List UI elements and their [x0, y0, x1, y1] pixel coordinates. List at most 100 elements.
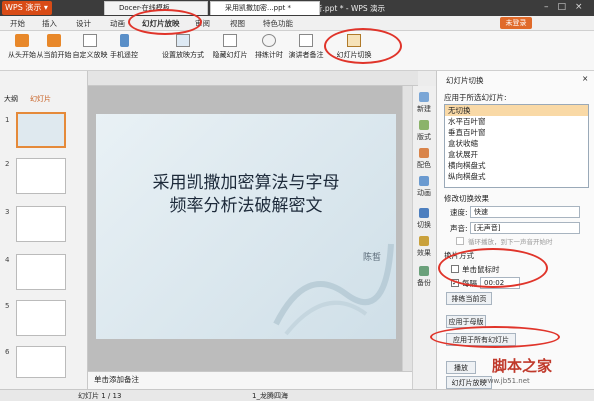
transition-icon: [347, 34, 361, 47]
custom-show-icon: [83, 34, 97, 47]
tab-outline[interactable]: 大纲: [4, 94, 18, 104]
pane-title: 幻灯片切换: [446, 76, 484, 85]
modify-section-label: 修改切换效果: [444, 194, 489, 203]
current-slide[interactable]: 采用凯撒加密算法与字母 频率分析法破解密文 陈皙: [96, 114, 396, 339]
slide-author[interactable]: 陈皙: [363, 250, 381, 263]
transition-icon: [419, 208, 429, 218]
menu-animation[interactable]: 动画: [110, 18, 125, 29]
thumbnail-slide-2[interactable]: [16, 158, 66, 194]
ribbon-label: 排练计时: [255, 51, 283, 59]
every-checkbox[interactable]: ✓: [451, 279, 459, 287]
tab-label: 采用凯撒加密...ppt *: [225, 4, 292, 12]
sidebar-layout[interactable]: 版式: [412, 120, 436, 142]
palette-icon: [419, 148, 429, 158]
sidebar-transition[interactable]: 切换: [412, 208, 436, 230]
tab-current-doc[interactable]: 采用凯撒加密...ppt *: [210, 1, 320, 15]
thumb-number: 2: [5, 160, 10, 168]
play-button[interactable]: 播放: [446, 361, 476, 374]
speaker-notes-button[interactable]: 演讲者备注: [280, 34, 332, 60]
phone-icon: [119, 34, 129, 47]
watermark-url: www.jb51.net: [482, 377, 530, 385]
sidebar-color[interactable]: 配色: [412, 148, 436, 170]
list-item[interactable]: 水平百叶窗: [445, 116, 588, 127]
notes-icon: [299, 34, 313, 47]
apply-master-button[interactable]: 应用于母版: [446, 315, 486, 328]
loop-checkbox[interactable]: [456, 237, 464, 245]
ribbon-label: 演讲者备注: [288, 51, 324, 59]
sidebar-new[interactable]: 新建: [412, 92, 436, 114]
thumbnail-slide-3[interactable]: [16, 206, 66, 242]
thumbnail-slide-4[interactable]: [16, 254, 66, 290]
new-icon: [419, 92, 429, 102]
setup-icon: [176, 34, 190, 47]
sidebar-label: 切换: [417, 221, 431, 229]
tab-slides[interactable]: 幻灯片: [30, 94, 51, 104]
list-item[interactable]: 横向棋盘式: [445, 160, 588, 171]
list-item[interactable]: 盒状收缩: [445, 138, 588, 149]
sidebar-backup[interactable]: 备份: [412, 266, 436, 288]
thumb-number: 6: [5, 348, 10, 356]
menu-features[interactable]: 特色功能: [263, 18, 293, 29]
sidebar-label: 效果: [417, 249, 431, 257]
dragon-decoration: [273, 243, 394, 336]
slide-title-line-1: 采用凯撒加密算法与字母: [152, 173, 340, 193]
play-icon: [15, 34, 29, 47]
thumbnail-slide-1[interactable]: [16, 112, 66, 148]
backup-icon: [419, 266, 429, 276]
speed-select[interactable]: 快速: [470, 206, 580, 218]
tab-docer[interactable]: Docer-在线模板: [104, 1, 208, 15]
every-time-input[interactable]: 00:02: [480, 277, 520, 289]
play-current-icon: [47, 34, 61, 47]
notes-area[interactable]: 单击添加备注: [88, 371, 418, 389]
list-item[interactable]: 垂直百叶窗: [445, 127, 588, 138]
thumbnail-slide-6[interactable]: [16, 346, 66, 378]
speed-value: 快速: [474, 208, 488, 216]
document-tabs: [88, 71, 418, 86]
sidebar-label: 备份: [417, 279, 431, 287]
on-click-label: 单击鼠标时: [462, 265, 500, 274]
list-item[interactable]: 盒状展开: [445, 149, 588, 160]
menu-design[interactable]: 设计: [76, 18, 91, 29]
on-click-checkbox[interactable]: [451, 265, 459, 273]
speed-label: 速度:: [450, 208, 468, 217]
menu-review[interactable]: 审阅: [195, 18, 210, 29]
vertical-scrollbar[interactable]: [402, 86, 412, 371]
slide-title[interactable]: 采用凯撒加密算法与字母 频率分析法破解密文: [96, 172, 396, 218]
rehearse-current-button[interactable]: 排练当前页: [446, 292, 492, 305]
timer-icon: [262, 34, 276, 47]
menu-view[interactable]: 视图: [230, 18, 245, 29]
close-icon[interactable]: ×: [582, 74, 588, 83]
thumbnail-slide-5[interactable]: [16, 300, 66, 336]
animation-icon: [419, 176, 429, 186]
sidebar-effects[interactable]: 效果: [412, 236, 436, 258]
sidebar-animation[interactable]: 动画: [412, 176, 436, 198]
thumb-number: 4: [5, 256, 10, 264]
tab-label: Docer-在线模板: [119, 4, 170, 12]
thumb-number: 1: [5, 116, 10, 124]
sidebar-label: 新建: [417, 105, 431, 113]
apply-all-button[interactable]: 应用于所有幻灯片: [446, 333, 516, 346]
app-logo-button[interactable]: WPS 演示 ▾: [2, 1, 52, 15]
menu-start[interactable]: 开始: [10, 18, 25, 29]
advance-section-label: 换片方式: [444, 251, 474, 260]
ribbon-label: 幻灯片切换: [336, 51, 372, 59]
effects-list[interactable]: 无切换 水平百叶窗 垂直百叶窗 盒状收缩 盒状展开 横向棋盘式 纵向棋盘式: [444, 104, 589, 188]
sidebar-label: 版式: [417, 133, 431, 141]
setup-show-button[interactable]: 设置放映方式: [157, 34, 209, 60]
effects-icon: [419, 236, 429, 246]
list-item[interactable]: 无切换: [445, 105, 588, 116]
apply-selected-label: 应用于所选幻灯片:: [444, 93, 507, 102]
list-item[interactable]: 纵向棋盘式: [445, 171, 588, 182]
theme-name: 1_龙腾四海: [252, 392, 288, 400]
every-value: 00:02: [484, 279, 505, 287]
menu-slideshow[interactable]: 幻灯片放映: [142, 18, 180, 29]
phone-remote-button[interactable]: 手机遥控: [98, 34, 150, 60]
slide-transition-button[interactable]: 幻灯片切换: [328, 34, 380, 60]
layout-icon: [419, 120, 429, 130]
watermark-text: 脚本之家: [492, 357, 553, 375]
login-button[interactable]: 未登录: [500, 17, 532, 29]
sidebar-label: 配色: [417, 161, 431, 169]
menu-insert[interactable]: 插入: [42, 18, 57, 29]
window-controls[interactable]: –□×: [544, 2, 592, 12]
sound-select[interactable]: [无声音]: [470, 222, 580, 234]
